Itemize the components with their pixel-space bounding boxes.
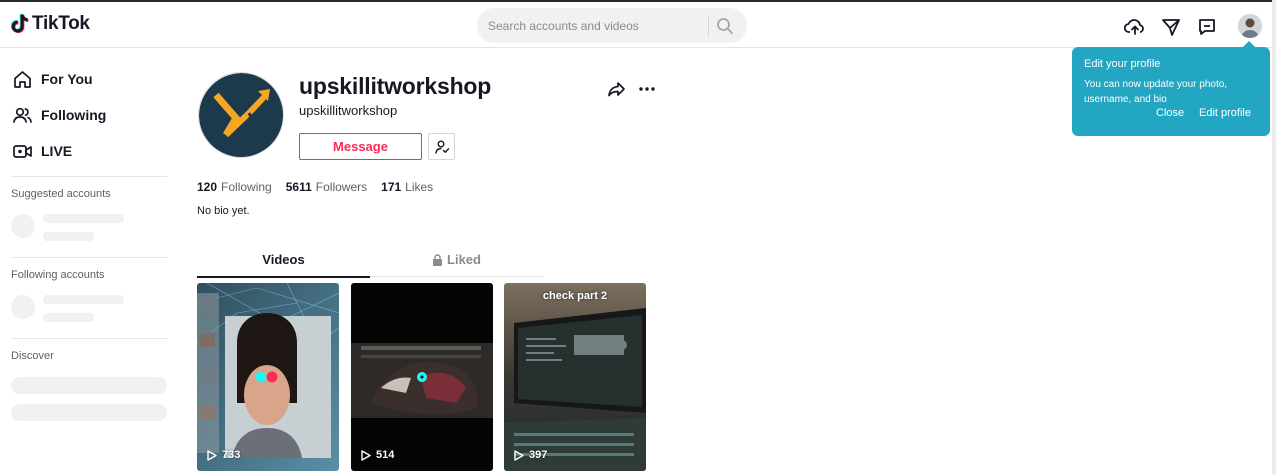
video-card[interactable]: check part 2 397 <box>504 283 646 471</box>
skeleton-avatar <box>11 295 35 319</box>
play-icon <box>514 449 524 461</box>
tooltip-close-button[interactable]: Close <box>1156 107 1184 119</box>
sidebar-item-live[interactable]: LIVE <box>12 139 72 163</box>
discover-title: Discover <box>11 350 54 362</box>
top-bar: TikTok <box>0 0 1276 48</box>
scrollbar-track[interactable] <box>1272 0 1276 475</box>
skeleton-line <box>43 214 124 223</box>
sidebar-item-label: Following <box>41 107 107 123</box>
tiktok-note-icon <box>11 13 29 34</box>
search-input[interactable] <box>477 8 707 43</box>
search-icon[interactable] <box>716 17 734 35</box>
share-icon[interactable] <box>607 79 627 99</box>
profile-logo-icon <box>199 73 283 157</box>
more-options-icon[interactable] <box>637 79 657 99</box>
stat-label: Likes <box>405 180 434 194</box>
profile-stats: 120 Following 5611 Followers 171 Likes <box>197 180 447 194</box>
skeleton-line <box>43 295 124 304</box>
tab-videos[interactable]: Videos <box>197 246 370 278</box>
tooltip-title: Edit your profile <box>1084 58 1161 70</box>
tab-liked-label: Liked <box>447 252 481 267</box>
inbox-icon[interactable] <box>1196 16 1218 38</box>
video-caption: check part 2 <box>542 290 608 302</box>
video-thumbnail <box>351 283 493 471</box>
view-count-text: 397 <box>529 449 548 461</box>
profile-avatar <box>198 72 284 158</box>
sidebar-item-for-you[interactable]: For You <box>12 67 93 91</box>
logo-text: TikTok <box>32 13 90 34</box>
profile-bio: No bio yet. <box>197 205 250 217</box>
tooltip-arrow <box>1242 41 1256 48</box>
stat-followers[interactable]: 5611 Followers <box>286 180 367 194</box>
tiktok-logo[interactable]: TikTok <box>11 13 90 35</box>
view-count-text: 733 <box>222 449 241 461</box>
user-avatar[interactable] <box>1238 14 1262 38</box>
stat-value: 171 <box>381 180 402 194</box>
sidebar-divider <box>11 176 167 177</box>
play-icon <box>207 449 217 461</box>
search-divider <box>708 16 709 36</box>
video-card[interactable]: 514 <box>351 283 493 471</box>
profile-handle: upskillitworkshop <box>299 103 398 118</box>
video-view-count: 733 <box>207 449 240 461</box>
video-card[interactable]: 733 <box>197 283 339 471</box>
play-icon <box>361 449 371 461</box>
users-icon <box>13 107 32 123</box>
live-icon <box>13 144 32 158</box>
skeleton-line <box>43 313 94 322</box>
sidebar-item-label: For You <box>41 71 93 87</box>
video-thumbnail <box>504 283 646 471</box>
skeleton-pill <box>11 404 167 421</box>
skeleton-pill <box>11 377 167 394</box>
suggested-accounts-title: Suggested accounts <box>11 188 111 200</box>
video-view-count: 397 <box>514 449 547 461</box>
message-button[interactable]: Message <box>299 133 422 160</box>
edit-profile-tooltip: Edit your profile You can now update you… <box>1072 41 1270 136</box>
video-view-count: 514 <box>361 449 394 461</box>
skeleton-avatar <box>11 214 35 238</box>
following-accounts-title: Following accounts <box>11 269 105 281</box>
sidebar-divider <box>11 338 167 339</box>
search-bar <box>477 8 747 43</box>
video-thumbnail <box>197 283 339 471</box>
sidebar-divider <box>11 257 167 258</box>
stat-label: Followers <box>315 180 368 194</box>
tooltip-body: You can now update your photo, username,… <box>1084 79 1228 105</box>
upload-icon[interactable] <box>1124 16 1146 38</box>
stat-label: Following <box>221 180 272 194</box>
sidebar: For You Following LIVE Suggested account… <box>0 48 180 475</box>
stat-following[interactable]: 120 Following <box>197 180 272 194</box>
profile-tabs: Videos Liked <box>197 246 543 278</box>
user-check-icon <box>434 140 449 154</box>
home-icon <box>14 70 31 88</box>
sidebar-item-following[interactable]: Following <box>12 103 106 127</box>
stat-likes: 171 Likes <box>381 180 433 194</box>
skeleton-line <box>43 232 94 241</box>
edit-profile-button[interactable]: Edit profile <box>1199 107 1251 119</box>
lock-icon <box>433 254 443 266</box>
follow-toggle-button[interactable] <box>428 133 455 160</box>
profile-username: upskillitworkshop <box>299 73 492 99</box>
sidebar-item-label: LIVE <box>41 143 73 159</box>
view-count-text: 514 <box>376 449 395 461</box>
send-icon[interactable] <box>1160 16 1182 38</box>
user-photo-icon <box>1238 14 1262 38</box>
stat-value: 5611 <box>285 180 312 194</box>
stat-value: 120 <box>197 180 218 194</box>
tab-liked[interactable]: Liked <box>370 246 543 277</box>
